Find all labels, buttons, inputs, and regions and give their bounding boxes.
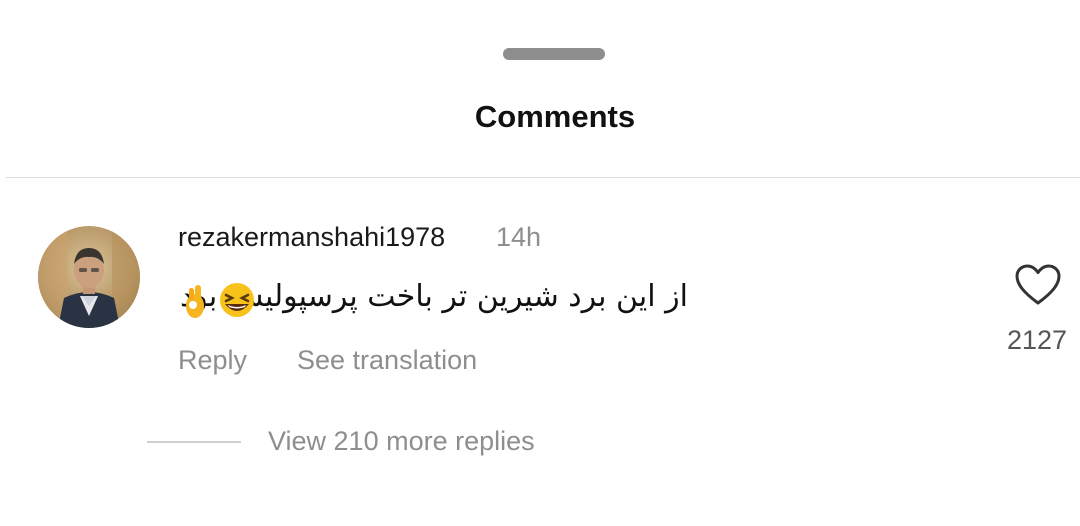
grinning-squinting-face-emoji (220, 283, 254, 317)
sheet-title: Comments (474, 99, 636, 134)
replies-divider (147, 441, 241, 443)
view-replies-button[interactable]: View 210 more replies (268, 426, 535, 457)
comment-text: از این برد شیرین تر باخت پرسپولیس بود (180, 279, 780, 314)
comments-sheet: Comments rezakermanshahi1978 14h از این … (0, 0, 1080, 526)
like-count: 2127 (1006, 325, 1068, 355)
comment-timestamp: 14h (496, 222, 542, 252)
drag-handle[interactable] (503, 48, 605, 60)
avatar[interactable] (38, 226, 140, 328)
see-translation-button[interactable]: See translation (297, 345, 477, 376)
header-divider (6, 177, 1080, 178)
reply-button[interactable]: Reply (178, 345, 247, 376)
comment-username[interactable]: rezakermanshahi1978 (178, 222, 445, 253)
ok-hand-emoji (186, 285, 204, 318)
comment-emoji (182, 282, 262, 322)
heart-icon[interactable] (1015, 264, 1061, 306)
